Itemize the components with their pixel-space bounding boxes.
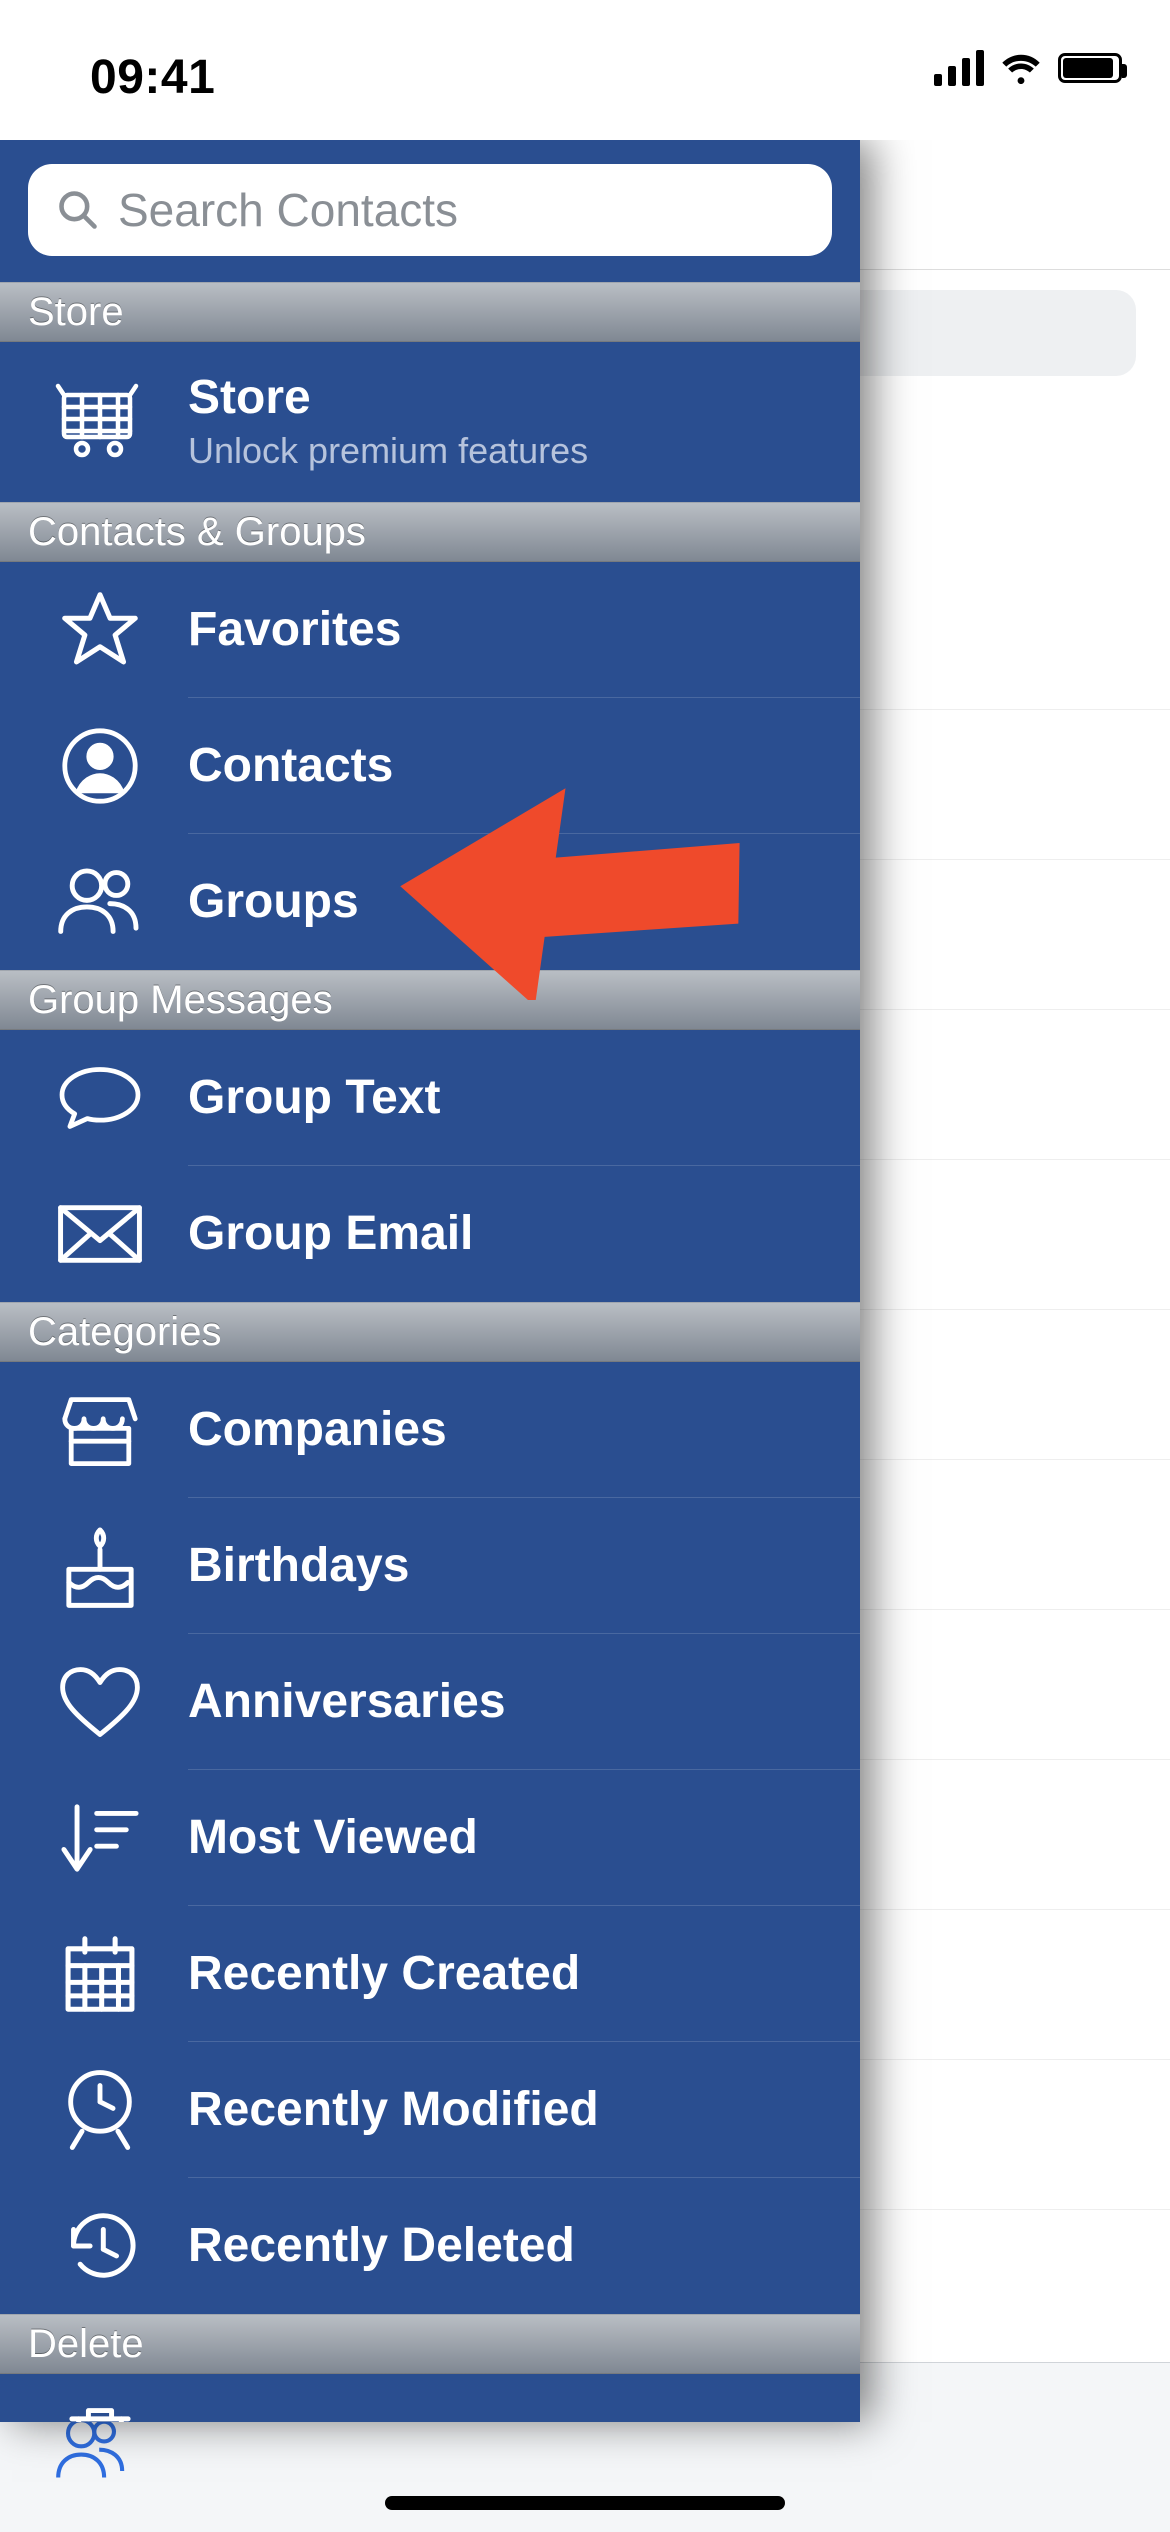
status-icons	[934, 50, 1122, 86]
menu-item-label: Favorites	[188, 604, 401, 657]
sidebar-item-store[interactable]: Store Unlock premium features	[0, 342, 860, 502]
menu-item-label: Recently Deleted	[188, 2220, 575, 2273]
speech-bubble-icon	[40, 1060, 160, 1136]
menu-item-label: Companies	[188, 1404, 447, 1457]
wifi-icon	[998, 51, 1044, 85]
home-indicator	[385, 2496, 785, 2510]
sidebar-item-contacts[interactable]: Contacts	[0, 698, 860, 834]
menu-item-label: Groups	[188, 876, 359, 929]
menu-item-subtitle: Unlock premium features	[188, 430, 588, 472]
person-circle-icon	[40, 726, 160, 806]
status-time: 09:41	[90, 50, 215, 105]
status-bar: 09:41	[0, 0, 1170, 140]
sidebar-item-birthdays[interactable]: Birthdays	[0, 1498, 860, 1634]
calendar-grid-icon	[40, 1932, 160, 2016]
menu-item-label: Group Email	[188, 1208, 473, 1261]
heart-icon	[40, 1663, 160, 1741]
sidebar-item-companies[interactable]: Companies	[0, 1362, 860, 1498]
search-icon	[56, 188, 100, 232]
battery-icon	[1058, 53, 1122, 83]
sidebar-search-placeholder: Search Contacts	[118, 183, 458, 237]
cake-icon	[40, 1520, 160, 1612]
sidebar-item-favorites[interactable]: Favorites	[0, 562, 860, 698]
people-icon	[40, 866, 160, 938]
sidebar-item-recently-created[interactable]: Recently Created	[0, 1906, 860, 2042]
clock-stand-icon	[40, 2066, 160, 2154]
envelope-icon	[40, 1201, 160, 1267]
sidebar-item-most-viewed[interactable]: Most Viewed	[0, 1770, 860, 1906]
menu-item-label: Contacts	[188, 740, 393, 793]
sort-down-icon	[40, 1797, 160, 1879]
section-header: Contacts & Groups	[0, 502, 860, 562]
menu-item-label: Most Viewed	[188, 1812, 478, 1865]
menu-item-label: Store	[188, 372, 588, 425]
cart-icon	[40, 383, 160, 461]
cell-signal-icon	[934, 50, 984, 86]
menu-item-label: Recently Modified	[188, 2084, 599, 2137]
sidebar-item-recently-modified[interactable]: Recently Modified	[0, 2042, 860, 2178]
section-header: Categories	[0, 1302, 860, 1362]
menu-item-label: Birthdays	[188, 1540, 409, 1593]
sidebar-item-delete-contacts[interactable]: Delete Contacts	[0, 2374, 860, 2422]
sidebar-search-field[interactable]: Search Contacts	[28, 164, 832, 256]
section-header: Delete	[0, 2314, 860, 2374]
sidebar-item-recently-deleted[interactable]: Recently Deleted	[0, 2178, 860, 2314]
storefront-icon	[40, 1390, 160, 1470]
history-icon	[40, 2206, 160, 2286]
sidebar-drawer: Search Contacts Store Store Unlock premi…	[0, 140, 860, 2422]
sidebar-item-anniversaries[interactable]: Anniversaries	[0, 1634, 860, 1770]
sidebar-item-groups[interactable]: Groups	[0, 834, 860, 970]
section-header: Store	[0, 282, 860, 342]
star-icon	[40, 588, 160, 672]
sidebar-item-group-email[interactable]: Group Email	[0, 1166, 860, 1302]
sidebar-item-group-text[interactable]: Group Text	[0, 1030, 860, 1166]
menu-item-label: Delete Contacts	[188, 2416, 551, 2422]
section-header: Group Messages	[0, 970, 860, 1030]
menu-item-label: Recently Created	[188, 1948, 580, 2001]
people-tab-icon[interactable]	[50, 2415, 132, 2481]
menu-item-label: Anniversaries	[188, 1676, 506, 1729]
menu-item-label: Group Text	[188, 1072, 440, 1125]
trash-icon	[40, 2399, 160, 2422]
